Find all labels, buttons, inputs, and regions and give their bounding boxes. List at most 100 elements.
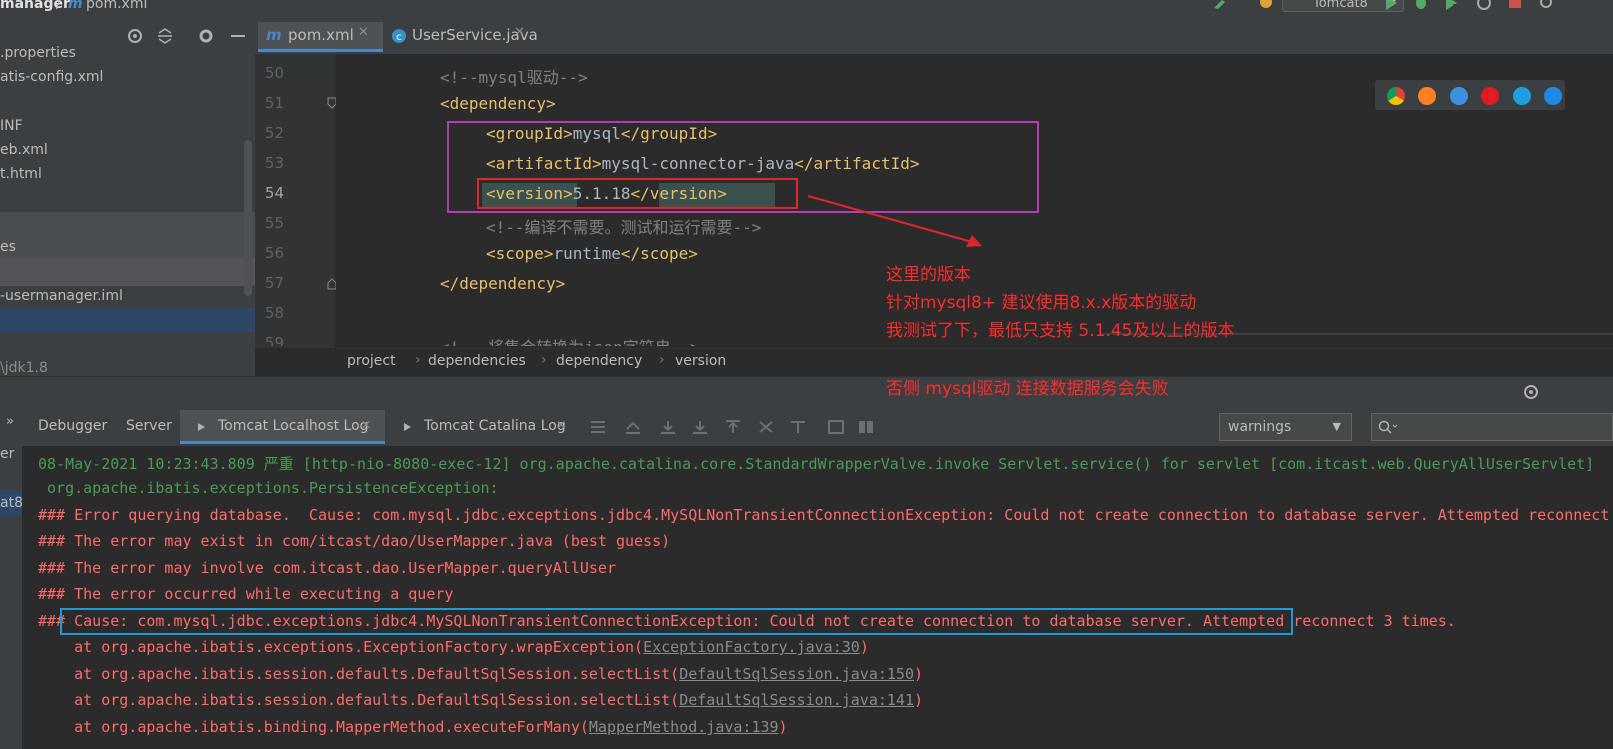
chevron-right-icon: › [659, 352, 665, 368]
log-line: at org.apache.ibatis.binding.MapperMetho… [38, 718, 788, 736]
line-number: 51 [264, 94, 284, 112]
maven-icon: m [266, 26, 282, 44]
minimize-icon[interactable] [229, 27, 247, 45]
close-icon[interactable]: ✕ [358, 25, 369, 40]
ie-icon[interactable] [1513, 87, 1531, 105]
tree-item-html[interactable]: t.html [0, 163, 42, 185]
download-icon[interactable] [660, 420, 676, 434]
code-line-56: <scope>runtime</scope> [486, 244, 698, 263]
log-line: ### The error occurred while executing a… [38, 585, 454, 603]
annotation-line-4: 否侧 mysql驱动 连接数据服务会失败 [886, 379, 1169, 399]
close-icon[interactable]: ✕ [556, 418, 566, 432]
annotation-line-3: 我测试了下，最低只支持 5.1.45及以上的版本 [886, 321, 1235, 341]
tab-tomcat-catalina-log[interactable]: Tomcat Catalina Log [424, 418, 566, 434]
chevron-right-icon: › [541, 352, 547, 368]
firefox-icon[interactable] [1418, 87, 1436, 105]
highlight-version-box [477, 178, 798, 209]
stack-frame-link[interactable]: ExceptionFactory.java:30 [643, 638, 860, 656]
code-line-51: <dependency> [440, 94, 556, 113]
tab-server[interactable]: Server [126, 418, 172, 434]
line-number: 57 [264, 274, 284, 292]
layout-icon[interactable] [858, 420, 874, 434]
locate-icon[interactable] [1522, 383, 1540, 401]
breadcrumb-item-version[interactable]: version [675, 353, 726, 369]
stack-frame-text: at org.apache.ibatis.exceptions.Exceptio… [38, 638, 644, 656]
run-icon[interactable] [1384, 0, 1398, 10]
chevron-down-icon: ▼ [1332, 420, 1341, 433]
console-icon [198, 423, 205, 431]
log-line: ### The error may exist in com/itcast/da… [38, 532, 671, 550]
xml-tag: <scope> [486, 244, 554, 263]
breadcrumb: project › dependencies › dependency › ve… [336, 348, 1613, 377]
opera-icon[interactable] [1481, 87, 1499, 105]
tree-item-web-xml[interactable]: eb.xml [0, 139, 48, 161]
xml-tag: </scope> [620, 244, 698, 263]
tree-item-libraries[interactable]: es [0, 236, 16, 258]
stop-icon[interactable] [1508, 0, 1522, 10]
collapse-icon[interactable] [758, 420, 774, 434]
stack-frame-link[interactable]: DefaultSqlSession.java:141 [679, 691, 914, 709]
safari-icon[interactable] [1450, 87, 1468, 105]
services-tree-item-selected[interactable]: at8 [0, 490, 23, 516]
tab-userservice-java[interactable]: c UserService.java ✕ [383, 22, 538, 52]
search-icon [1378, 420, 1398, 434]
debug-icon[interactable] [1413, 0, 1429, 10]
scroll-to-end-icon[interactable] [692, 420, 708, 434]
annotation-line-1: 这里的版本 [886, 265, 971, 285]
tree-item-web-inf[interactable]: INF [0, 115, 23, 137]
log-line: at org.apache.ibatis.session.defaults.De… [38, 691, 923, 709]
line-number: 52 [264, 124, 284, 142]
tree-selection-current [0, 308, 255, 332]
chrome-icon[interactable] [1387, 87, 1405, 105]
log-level-select[interactable]: warnings ▼ [1219, 413, 1352, 441]
breadcrumb-item-dependencies[interactable]: dependencies [428, 353, 526, 369]
close-icon[interactable]: ✕ [361, 418, 371, 432]
project-scrollbar[interactable] [244, 140, 252, 296]
search-everywhere-icon[interactable] [1540, 0, 1556, 10]
stack-frame-paren: ) [914, 691, 924, 709]
line-number-current: 54 [264, 184, 284, 202]
code-line-59-clip: <!-- 将集合转换为json字符串--> [440, 334, 700, 346]
code-line-55: <!--编译不需要。测试和运行需要--> [486, 218, 762, 237]
more-tabs-icon[interactable]: » [6, 414, 14, 429]
profile-icon[interactable] [1476, 0, 1492, 10]
close-icon[interactable]: ✕ [514, 25, 525, 40]
tab-tomcat-localhost-log[interactable]: Tomcat Localhost Log [218, 418, 369, 434]
tab-debugger[interactable]: Debugger [38, 418, 107, 434]
log-line: at org.apache.ibatis.exceptions.Exceptio… [38, 638, 869, 656]
upload-icon[interactable] [725, 420, 741, 434]
stack-frame-link[interactable]: DefaultSqlSession.java:150 [679, 665, 914, 683]
soft-wrap-icon[interactable] [790, 420, 806, 434]
menu-icon[interactable] [590, 420, 606, 434]
log-search-input[interactable] [1371, 413, 1613, 441]
hammer-icon[interactable] [1212, 0, 1228, 10]
coverage-icon[interactable] [1444, 0, 1460, 10]
breadcrumb-item-dependency[interactable]: dependency [556, 353, 642, 369]
collapse-all-icon[interactable] [156, 27, 174, 45]
grid-icon[interactable] [828, 420, 844, 434]
tab-pom-xml[interactable]: m pom.xml ✕ [258, 22, 383, 52]
line-number: 56 [264, 244, 284, 262]
breadcrumb-separator: / [56, 0, 61, 12]
log-line: at org.apache.ibatis.session.defaults.De… [38, 665, 923, 683]
line-number: 53 [264, 154, 284, 172]
java-class-icon: c [392, 29, 406, 43]
gear-icon[interactable] [197, 27, 215, 45]
services-tree-item[interactable]: er [0, 446, 14, 462]
locate-icon[interactable] [126, 27, 144, 45]
breadcrumb-item-project[interactable]: project [347, 353, 396, 369]
annotation-line-2: 针对mysql8+ 建议使用8.x.x版本的驱动 [886, 293, 1197, 313]
svg-text:c: c [396, 32, 402, 43]
scroll-up-icon[interactable] [625, 420, 641, 434]
stack-frame-paren: ) [778, 718, 788, 736]
stack-frame-link[interactable]: MapperMethod.java:139 [589, 718, 779, 736]
code-line-59: <!-- 将集合转换为json字符串--> [440, 334, 700, 346]
edge-icon[interactable] [1544, 87, 1562, 105]
maven-icon: m [68, 0, 83, 12]
breadcrumb-file[interactable]: pom.xml [86, 0, 147, 12]
tree-item-properties[interactable]: .properties [0, 42, 76, 64]
log-line: ### The error may involve com.itcast.dao… [38, 559, 616, 577]
highlight-cause-box [60, 608, 1293, 635]
tree-item-mybatis-config[interactable]: atis-config.xml [0, 66, 103, 88]
tree-item-iml[interactable]: -usermanager.iml [0, 285, 123, 307]
